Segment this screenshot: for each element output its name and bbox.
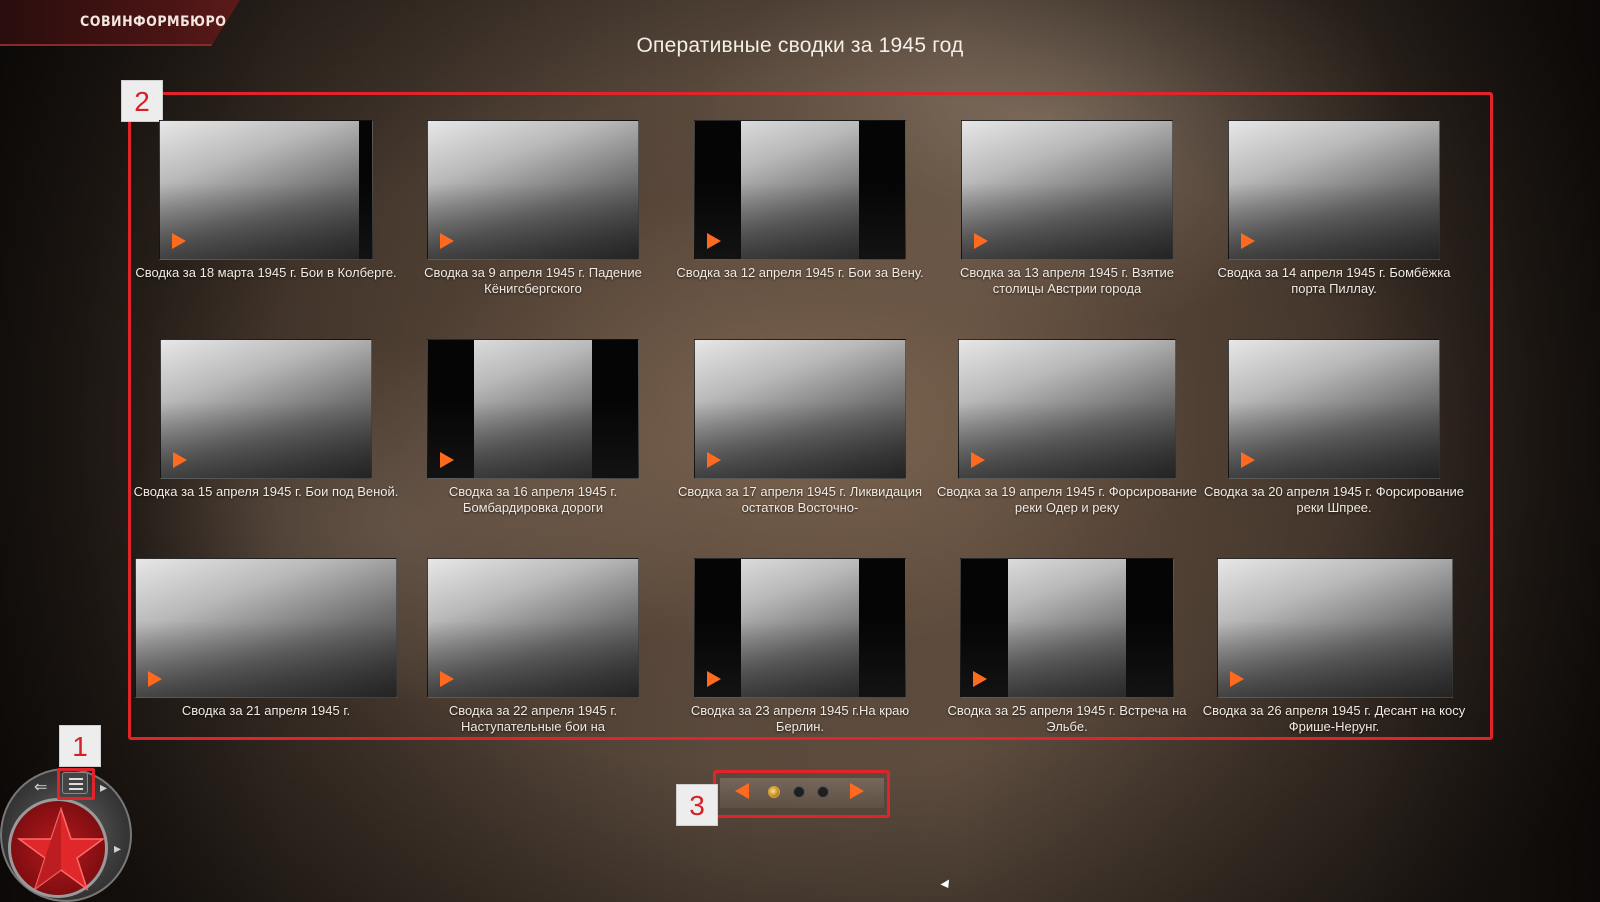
red-star-icon — [16, 806, 106, 891]
play-icon[interactable] — [974, 233, 988, 249]
video-tile[interactable]: Сводка за 17 апреля 1945 г. Ликвидация о… — [667, 339, 933, 529]
thumbnail-shade — [1218, 621, 1452, 697]
video-tile[interactable]: Сводка за 20 апреля 1945 г. Форсирование… — [1201, 339, 1467, 529]
video-thumbnail[interactable] — [427, 558, 639, 698]
play-icon[interactable] — [148, 671, 162, 687]
thumbnail-shade — [695, 183, 905, 259]
video-tile[interactable]: Сводка за 22 апреля 1945 г. Наступательн… — [400, 558, 666, 748]
thumbnail-shade — [695, 621, 905, 697]
play-icon[interactable] — [1230, 671, 1244, 687]
play-icon[interactable] — [440, 233, 454, 249]
logo-text: СОВИНФОРМБЮРО — [80, 14, 227, 30]
video-tile[interactable]: Сводка за 26 апреля 1945 г. Десант на ко… — [1201, 558, 1467, 748]
video-caption: Сводка за 20 апреля 1945 г. Форсирование… — [1203, 484, 1465, 515]
video-caption: Сводка за 23 апреля 1945 г.На краю Берли… — [690, 703, 910, 734]
video-tile[interactable]: Сводка за 25 апреля 1945 г. Встреча на Э… — [934, 558, 1200, 748]
video-tile[interactable]: Сводка за 16 апреля 1945 г. Бомбардировк… — [400, 339, 666, 529]
video-tile[interactable]: Сводка за 19 апреля 1945 г. Форсирование… — [934, 339, 1200, 529]
video-tile[interactable]: Сводка за 18 марта 1945 г. Бои в Колберг… — [133, 120, 399, 310]
page-title: Оперативные сводки за 1945 год — [636, 34, 964, 57]
red-star-button[interactable] — [8, 798, 108, 898]
page-dot-1[interactable] — [768, 786, 780, 798]
page-dot-3[interactable] — [817, 786, 829, 798]
thumbnail-shade — [428, 402, 638, 478]
mouse-cursor-icon — [940, 879, 953, 891]
video-thumbnail[interactable] — [1228, 120, 1440, 260]
play-icon[interactable] — [440, 452, 454, 468]
play-icon[interactable] — [707, 452, 721, 468]
video-caption: Сводка за 18 марта 1945 г. Бои в Колберг… — [135, 265, 397, 280]
video-thumbnail[interactable] — [1228, 339, 1440, 479]
back-arrow-icon[interactable]: ⇐ — [34, 777, 47, 797]
video-thumbnail[interactable] — [694, 558, 906, 698]
play-icon[interactable] — [1241, 233, 1255, 249]
video-thumbnail[interactable] — [1217, 558, 1453, 698]
thumbnail-shade — [161, 402, 371, 478]
arrow-right-icon[interactable] — [850, 783, 864, 799]
play-icon[interactable] — [172, 233, 186, 249]
thumbnail-shade — [962, 183, 1172, 259]
callout-2: 2 — [121, 80, 163, 122]
video-tile[interactable]: Сводка за 23 апреля 1945 г.На краю Берли… — [667, 558, 933, 748]
video-thumbnail[interactable] — [427, 339, 639, 479]
video-thumbnail[interactable] — [961, 120, 1173, 260]
side-arrow-icon[interactable]: ▸ — [114, 840, 121, 857]
thumbnail-shade — [695, 402, 905, 478]
video-thumbnail[interactable] — [694, 120, 906, 260]
video-caption: Сводка за 9 апреля 1945 г. Падение Кёниг… — [424, 265, 642, 296]
video-tile[interactable]: Сводка за 14 апреля 1945 г. Бомбёжка пор… — [1201, 120, 1467, 310]
video-tile[interactable]: Сводка за 9 апреля 1945 г. Падение Кёниг… — [400, 120, 666, 310]
video-caption: Сводка за 21 апреля 1945 г. — [181, 703, 351, 718]
video-tile[interactable]: Сводка за 12 апреля 1945 г. Бои за Вену. — [667, 120, 933, 310]
video-thumbnail[interactable] — [960, 558, 1174, 698]
video-caption: Сводка за 26 апреля 1945 г. Десант на ко… — [1202, 703, 1466, 734]
forward-arrow-icon[interactable]: ▸ — [100, 779, 107, 796]
video-caption: Сводка за 22 апреля 1945 г. Наступательн… — [448, 703, 618, 734]
video-thumbnail[interactable] — [135, 558, 397, 698]
video-thumbnail[interactable] — [694, 339, 906, 479]
arrow-left-icon[interactable] — [735, 783, 749, 799]
play-icon[interactable] — [973, 671, 987, 687]
thumbnail-shade — [1229, 183, 1439, 259]
video-caption: Сводка за 13 апреля 1945 г. Взятие столи… — [960, 265, 1174, 296]
play-icon[interactable] — [971, 452, 985, 468]
video-caption: Сводка за 15 апреля 1945 г. Бои под Вено… — [133, 484, 399, 499]
video-caption: Сводка за 25 апреля 1945 г. Встреча на Э… — [947, 703, 1187, 734]
thumbnail-shade — [136, 621, 396, 697]
play-icon[interactable] — [440, 671, 454, 687]
video-caption: Сводка за 17 апреля 1945 г. Ликвидация о… — [677, 484, 923, 515]
video-thumbnail[interactable] — [958, 339, 1176, 479]
callout-1: 1 — [59, 725, 101, 767]
video-thumbnail[interactable] — [160, 339, 372, 479]
thumbnail-shade — [961, 621, 1173, 697]
callout-3: 3 — [676, 784, 718, 826]
thumbnail-shade — [959, 402, 1175, 478]
play-icon[interactable] — [1241, 452, 1255, 468]
video-thumbnail[interactable] — [427, 120, 639, 260]
video-caption: Сводка за 12 апреля 1945 г. Бои за Вену. — [676, 265, 924, 280]
menu-button-highlight — [57, 768, 95, 800]
thumbnail-shade — [428, 183, 638, 259]
video-caption: Сводка за 16 апреля 1945 г. Бомбардировк… — [448, 484, 618, 515]
thumbnail-shade — [160, 183, 372, 259]
video-caption: Сводка за 14 апреля 1945 г. Бомбёжка пор… — [1217, 265, 1451, 296]
page-dot-2[interactable] — [793, 786, 805, 798]
play-icon[interactable] — [707, 671, 721, 687]
video-tile[interactable]: Сводка за 21 апреля 1945 г. — [133, 558, 399, 748]
thumbnail-shade — [1229, 402, 1439, 478]
video-tile[interactable]: Сводка за 15 апреля 1945 г. Бои под Вено… — [133, 339, 399, 529]
play-icon[interactable] — [707, 233, 721, 249]
play-icon[interactable] — [173, 452, 187, 468]
video-caption: Сводка за 19 апреля 1945 г. Форсирование… — [936, 484, 1198, 515]
thumbnail-shade — [428, 621, 638, 697]
video-thumbnail[interactable] — [159, 120, 373, 260]
video-tile[interactable]: Сводка за 13 апреля 1945 г. Взятие столи… — [934, 120, 1200, 310]
